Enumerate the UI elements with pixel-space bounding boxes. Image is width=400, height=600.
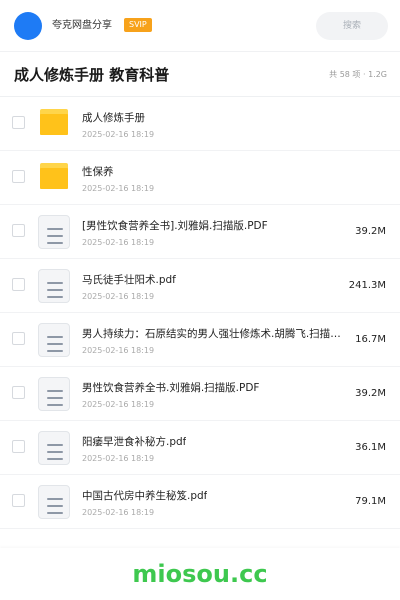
file-date: 2025-02-16 18:19 [82,454,155,463]
file-row[interactable]: 性保养 2025-02-16 18:19 [0,151,400,205]
file-name: 成人修炼手册 [82,112,145,124]
file-size: 39.2M [355,226,386,237]
title-row: 成人修炼手册 教育科普 共 58 项 · 1.2G [0,52,400,97]
file-date: 2025-02-16 18:19 [82,184,155,193]
file-name: 性保养 [82,166,114,178]
document-icon [38,377,70,411]
folder-icon [38,107,70,141]
file-list: 成人修炼手册 2025-02-16 18:19 性保养 2025-02-16 18:1… [0,97,400,529]
file-date: 2025-02-16 18:19 [82,292,155,301]
select-checkbox[interactable] [12,278,25,291]
select-checkbox[interactable] [12,224,25,237]
file-name: 中国古代房中养生秘笈.pdf [82,490,208,502]
file-date: 2025-02-16 18:19 [82,238,155,247]
file-size: 79.1M [355,496,386,507]
top-bar: 夸克网盘分享 SVIP 搜索 [0,0,400,52]
file-row[interactable]: [男性饮食营养全书].刘雅娟.扫描版.PDF 2025-02-16 18:19 39… [0,205,400,259]
file-row[interactable]: 阳痿早泄食补秘方.pdf 2025-02-16 18:19 36.1M [0,421,400,475]
document-icon [38,323,70,357]
file-size: 16.7M [355,334,386,345]
document-icon [38,269,70,303]
search-input[interactable]: 搜索 [316,12,388,40]
file-row[interactable]: 男人持续力：石原结实的男人强壮修炼术.胡腾飞.扫描版.pdf 2025-02-16… [0,313,400,367]
watermark: miosou.cc [132,560,268,588]
file-name: 马氏徒手壮阳术.pdf [82,274,176,286]
file-date: 2025-02-16 18:19 [82,346,155,355]
file-date: 2025-02-16 18:19 [82,508,155,517]
svip-badge: SVIP [124,18,152,32]
file-name: 男人持续力：石原结实的男人强壮修炼术.胡腾飞.扫描版.pdf [82,328,347,340]
file-row[interactable]: 马氏徒手壮阳术.pdf 2025-02-16 18:19 241.3M [0,259,400,313]
folder-summary: 共 58 项 · 1.2G [329,70,387,79]
file-name: 男性饮食营养全书.刘雅娟.扫描版.PDF [82,382,260,394]
file-row[interactable]: 成人修炼手册 2025-02-16 18:19 [0,97,400,151]
file-row[interactable]: 中国古代房中养生秘笈.pdf 2025-02-16 18:19 79.1M [0,475,400,529]
document-icon [38,431,70,465]
select-checkbox[interactable] [12,170,25,183]
file-size: 39.2M [355,388,386,399]
select-checkbox[interactable] [12,332,25,345]
footer: miosou.cc [0,548,400,600]
file-size: 36.1M [355,442,386,453]
page-title: 成人修炼手册 教育科普 [14,66,170,84]
app-name: 夸克网盘分享 [52,20,112,31]
file-date: 2025-02-16 18:19 [82,400,155,409]
select-checkbox[interactable] [12,440,25,453]
file-name: [男性饮食营养全书].刘雅娟.扫描版.PDF [82,220,268,232]
file-row[interactable]: 男性饮食营养全书.刘雅娟.扫描版.PDF 2025-02-16 18:19 39.2… [0,367,400,421]
file-date: 2025-02-16 18:19 [82,130,155,139]
folder-icon [38,161,70,195]
select-checkbox[interactable] [12,386,25,399]
select-checkbox[interactable] [12,116,25,129]
document-icon [38,215,70,249]
avatar[interactable] [14,12,42,40]
select-checkbox[interactable] [12,494,25,507]
file-name: 阳痿早泄食补秘方.pdf [82,436,187,448]
document-icon [38,485,70,519]
file-size: 241.3M [348,280,386,291]
